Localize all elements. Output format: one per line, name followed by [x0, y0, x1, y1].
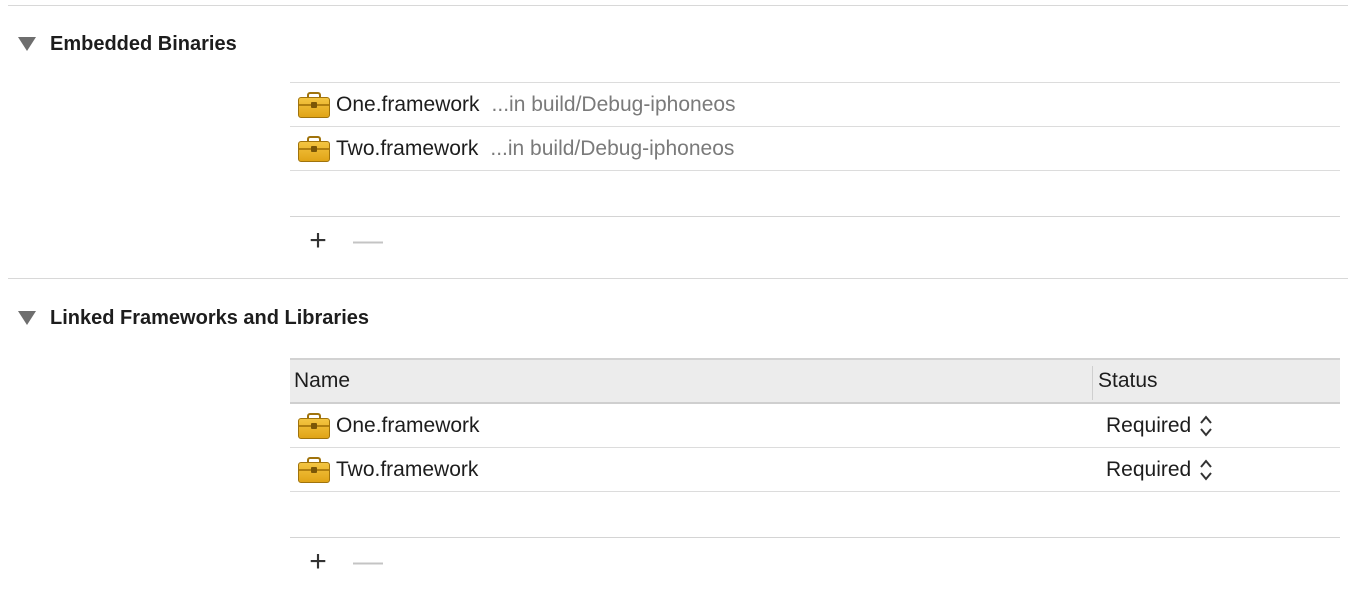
- column-header-status[interactable]: Status: [1098, 369, 1158, 393]
- toolbox-icon: [298, 135, 330, 162]
- column-divider[interactable]: [1092, 366, 1093, 400]
- list-item[interactable]: Two.framework ...in build/Debug-iphoneos: [290, 127, 1340, 171]
- list-item[interactable]: One.framework ...in build/Debug-iphoneos: [290, 83, 1340, 127]
- embedded-binaries-title: Embedded Binaries: [50, 32, 237, 55]
- status-value: Required: [1106, 413, 1192, 437]
- toolbox-icon: [298, 412, 330, 439]
- toolbox-icon: [298, 91, 330, 118]
- status-popup[interactable]: Required: [1106, 458, 1213, 482]
- top-divider: [8, 5, 1348, 6]
- empty-row: [290, 171, 1340, 217]
- framework-name: Two.framework: [336, 136, 479, 160]
- framework-name: Two.framework: [336, 457, 479, 481]
- status-value: Required: [1106, 457, 1192, 481]
- status-popup[interactable]: Required: [1106, 414, 1213, 438]
- disclosure-triangle-icon[interactable]: [18, 311, 36, 325]
- empty-row: [290, 492, 1340, 538]
- framework-name: One.framework: [336, 92, 480, 116]
- embedded-binaries-list: One.framework ...in build/Debug-iphoneos…: [290, 82, 1340, 265]
- up-down-chevron-icon: [1199, 458, 1213, 482]
- table-header: Name Status: [290, 358, 1340, 404]
- linked-frameworks-header[interactable]: Linked Frameworks and Libraries: [18, 304, 369, 332]
- embedded-binaries-toolbar: + —: [290, 217, 1340, 265]
- linked-frameworks-toolbar: + —: [290, 538, 1340, 586]
- framework-path: ...in build/Debug-iphoneos: [490, 136, 735, 160]
- table-row[interactable]: One.framework Required: [290, 404, 1340, 448]
- up-down-chevron-icon: [1199, 414, 1213, 438]
- add-button[interactable]: +: [300, 226, 336, 256]
- linked-frameworks-title: Linked Frameworks and Libraries: [50, 306, 369, 329]
- column-header-name[interactable]: Name: [294, 369, 350, 393]
- build-phases-panel: Embedded Binaries One.framework ...in bu…: [0, 0, 1348, 602]
- toolbox-icon: [298, 456, 330, 483]
- table-row[interactable]: Two.framework Required: [290, 448, 1340, 492]
- embedded-binaries-header[interactable]: Embedded Binaries: [18, 30, 237, 58]
- framework-path: ...in build/Debug-iphoneos: [491, 92, 736, 116]
- disclosure-triangle-icon[interactable]: [18, 37, 36, 51]
- add-button[interactable]: +: [300, 547, 336, 577]
- section-divider: [8, 278, 1348, 279]
- remove-button[interactable]: —: [350, 547, 386, 577]
- remove-button[interactable]: —: [350, 226, 386, 256]
- linked-frameworks-table: Name Status One.framework Required Two.f…: [290, 358, 1340, 586]
- framework-name: One.framework: [336, 413, 480, 437]
